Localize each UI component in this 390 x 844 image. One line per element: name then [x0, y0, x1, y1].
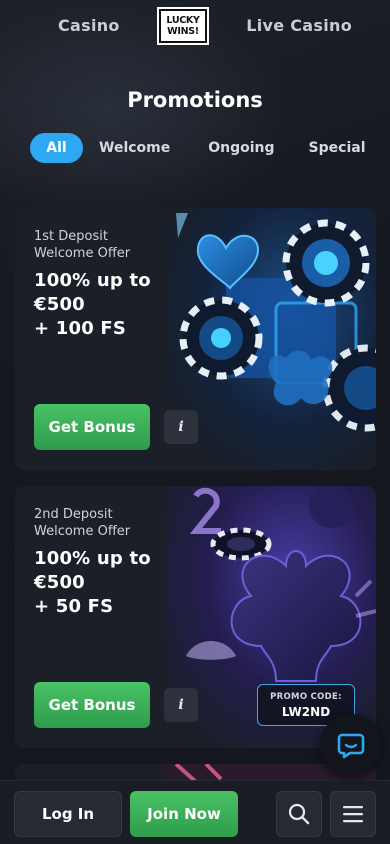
menu-button[interactable]: [330, 791, 376, 837]
login-button[interactable]: Log In: [14, 791, 122, 837]
logo-line-1: LUCKY: [166, 15, 200, 26]
tab-all[interactable]: All: [30, 133, 83, 163]
info-icon[interactable]: i: [164, 410, 198, 444]
page-title: Promotions: [127, 88, 263, 112]
top-nav: Casino LUCKY WINS! Live Casino: [0, 0, 390, 50]
search-icon: [288, 803, 310, 825]
logo-line-2: WINS!: [167, 26, 199, 37]
chat-bubble-icon: [337, 733, 365, 759]
promo-filter-tabs: All Welcome Ongoing Special: [30, 133, 366, 163]
search-button[interactable]: [276, 791, 322, 837]
join-now-button[interactable]: Join Now: [130, 791, 238, 837]
bottom-action-bar: Log In Join Now: [0, 780, 390, 844]
promo-subtitle: 1st Deposit Welcome Offer: [34, 229, 131, 261]
promo-code-label: PROMO CODE:: [270, 691, 342, 702]
hamburger-menu-icon: [343, 806, 363, 823]
promo-card-1st-deposit[interactable]: 1st Deposit Welcome Offer 100% up to €50…: [15, 208, 376, 470]
tab-ongoing[interactable]: Ongoing: [186, 133, 290, 163]
info-icon[interactable]: i: [164, 688, 198, 722]
tab-special[interactable]: Special: [291, 133, 366, 163]
tab-welcome[interactable]: Welcome: [83, 133, 186, 163]
promo-subtitle: 2nd Deposit Welcome Offer: [34, 507, 131, 539]
nav-live-casino-link[interactable]: Live Casino: [246, 16, 352, 35]
promo-title: 100% up to €500 + 50 FS: [34, 548, 151, 617]
get-bonus-button[interactable]: Get Bonus: [34, 404, 150, 450]
promo-code-value: LW2ND: [281, 704, 331, 719]
live-chat-button[interactable]: [320, 714, 382, 776]
get-bonus-button[interactable]: Get Bonus: [34, 682, 150, 728]
promo-card-2nd-deposit[interactable]: 2nd Deposit Welcome Offer 100% up to €50…: [15, 486, 376, 748]
lucky-wins-logo[interactable]: LUCKY WINS!: [156, 7, 209, 45]
promo-title: 100% up to €500 + 100 FS: [34, 270, 151, 339]
nav-casino-link[interactable]: Casino: [58, 16, 120, 35]
